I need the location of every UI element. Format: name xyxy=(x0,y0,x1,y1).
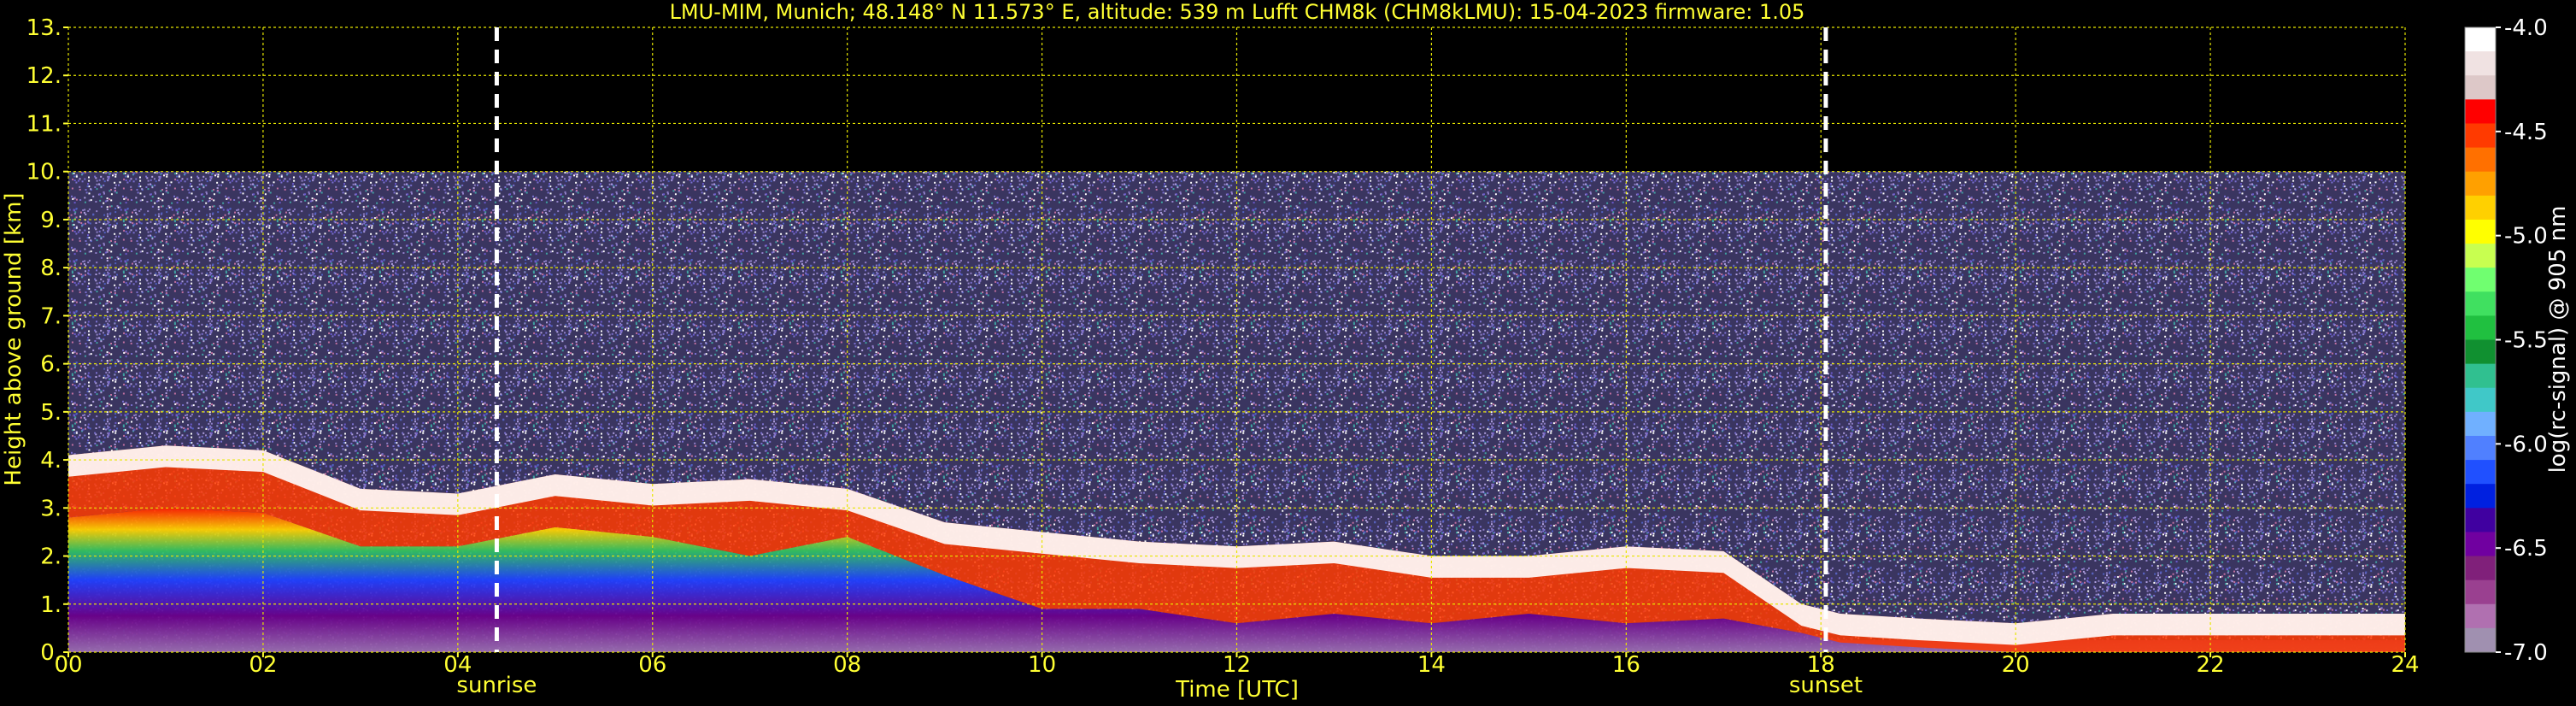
colorbar-swatch xyxy=(2465,411,2496,437)
y-tick-label: 4. xyxy=(40,448,62,474)
colorbar: -4.0 -4.5 -5.0 -5.5 -6.0 -6.5 -7.0 xyxy=(2464,15,2548,666)
y-axis-ticks: 0. 1. 2. 3. 4. 5. 6. 7. 8. 9. 10. 11. 12. 13. xyxy=(26,15,68,666)
x-axis-label: Time [UTC] xyxy=(1175,677,1299,703)
x-tick-label: 18 xyxy=(1807,652,1835,678)
colorbar-swatch xyxy=(2465,99,2496,124)
colorbar-tick-label: -7.0 xyxy=(2504,640,2548,666)
colorbar-swatch xyxy=(2465,460,2496,485)
y-tick-label: 9. xyxy=(40,208,62,233)
ceilometer-chart: sunrise sunset 00 02 04 06 08 10 12 14 16 18 20 22 24… xyxy=(1,0,2571,703)
x-tick-label: 02 xyxy=(249,652,277,678)
y-tick-label: 3. xyxy=(40,496,62,521)
colorbar-swatch xyxy=(2465,51,2496,76)
colorbar-swatch xyxy=(2465,219,2496,244)
colorbar-swatch xyxy=(2465,532,2496,557)
colorbar-swatch xyxy=(2465,268,2496,292)
x-tick-label: 06 xyxy=(638,652,666,678)
colorbar-swatch xyxy=(2465,171,2496,197)
colorbar-swatch xyxy=(2465,339,2496,365)
colorbar-tick-label: -4.5 xyxy=(2504,120,2548,145)
x-tick-label: 14 xyxy=(1417,652,1446,678)
y-tick-label: 12. xyxy=(26,63,62,89)
colorbar-swatch xyxy=(2465,508,2496,532)
y-tick-label: 13. xyxy=(26,15,62,41)
x-tick-label: 22 xyxy=(2197,652,2225,678)
x-axis-ticks: 00 02 04 06 08 10 12 14 16 18 20 22 24 xyxy=(54,652,2420,678)
colorbar-tick-label: -5.0 xyxy=(2504,224,2548,250)
colorbar-swatch xyxy=(2465,556,2496,581)
y-tick-label: 6. xyxy=(40,352,62,378)
y-tick-label: 11. xyxy=(26,111,62,137)
y-axis-label: Height above ground [km] xyxy=(1,192,26,485)
colorbar-swatch xyxy=(2465,195,2496,221)
colorbar-swatch xyxy=(2465,435,2496,461)
x-tick-label: 04 xyxy=(443,652,472,678)
colorbar-tick-label: -5.5 xyxy=(2504,328,2548,354)
colorbar-swatch xyxy=(2465,387,2496,413)
y-tick-label: 8. xyxy=(40,256,62,281)
colorbar-tick-label: -6.0 xyxy=(2504,432,2548,457)
y-tick-label: 2. xyxy=(40,544,62,570)
colorbar-swatch xyxy=(2465,75,2496,100)
colorbar-label: log(rc-signal) @ 905 nm xyxy=(2545,206,2571,474)
colorbar-swatch xyxy=(2465,123,2496,149)
colorbar-swatch xyxy=(2465,244,2496,268)
y-tick-label: 0. xyxy=(40,640,62,666)
y-tick-label: 7. xyxy=(40,303,62,329)
colorbar-swatch xyxy=(2465,603,2496,629)
x-tick-label: 08 xyxy=(833,652,861,678)
colorbar-swatch xyxy=(2465,27,2496,52)
colorbar-swatch xyxy=(2465,147,2496,173)
colorbar-swatch xyxy=(2465,363,2496,389)
colorbar-swatch xyxy=(2465,484,2496,509)
x-tick-label: 12 xyxy=(1223,652,1251,678)
x-tick-label: 10 xyxy=(1028,652,1056,678)
y-tick-label: 10. xyxy=(26,160,62,185)
colorbar-swatch xyxy=(2465,291,2496,316)
colorbar-tick-label: -6.5 xyxy=(2504,536,2548,562)
x-tick-label: 20 xyxy=(2002,652,2030,678)
y-tick-label: 1. xyxy=(40,592,62,618)
colorbar-swatch xyxy=(2465,580,2496,605)
colorbar-tick-label: -4.0 xyxy=(2504,15,2548,41)
x-tick-label: 24 xyxy=(2391,652,2419,678)
chart-title: LMU-MIM, Munich; 48.148° N 11.573° E, al… xyxy=(670,0,1805,24)
y-tick-label: 5. xyxy=(40,400,62,426)
colorbar-swatch xyxy=(2465,315,2496,340)
x-tick-label: 16 xyxy=(1612,652,1640,678)
colorbar-swatch xyxy=(2465,627,2496,653)
